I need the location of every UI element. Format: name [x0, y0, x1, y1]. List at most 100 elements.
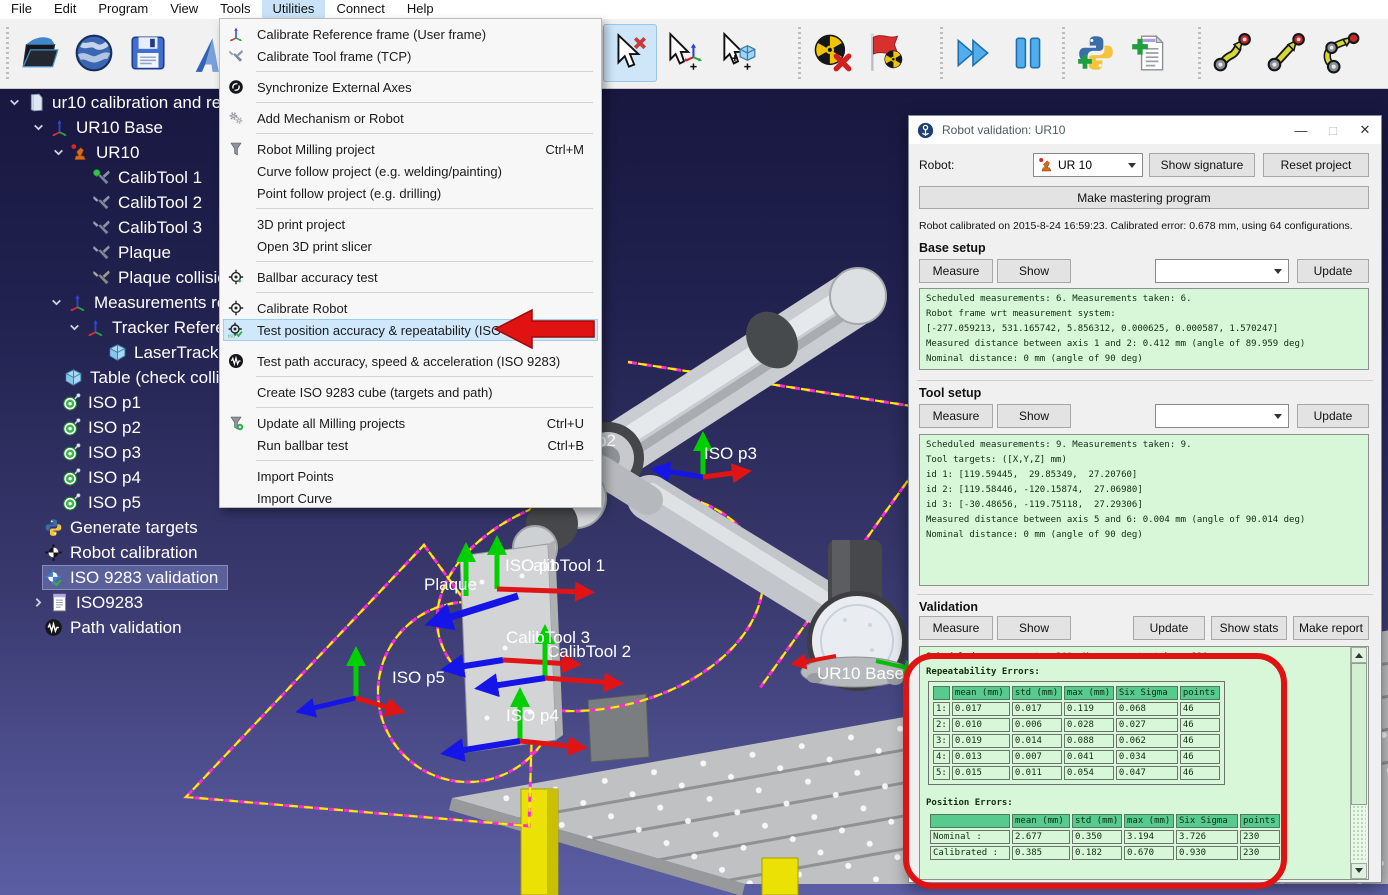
- add-python-program-button[interactable]: [1069, 24, 1123, 82]
- scrollbar-track[interactable]: [1352, 805, 1366, 862]
- chevron-down-icon[interactable]: [64, 315, 84, 340]
- pause-simulation-button[interactable]: [1001, 24, 1055, 82]
- make-mastering-program-button[interactable]: Make mastering program: [919, 186, 1369, 209]
- tree-item-tracker-refere[interactable]: Tracker Refere: [64, 315, 235, 340]
- dialog-titlebar[interactable]: Robot validation: UR10 — □ ✕: [909, 116, 1381, 144]
- chevron-down-icon[interactable]: [48, 140, 68, 165]
- validation-update-button[interactable]: Update: [1133, 616, 1205, 640]
- tree-item-path-validation[interactable]: Path validation: [22, 615, 192, 640]
- tree-item-ur10-calibration-and-re[interactable]: ur10 calibration and re: [4, 90, 231, 115]
- scrollbar-thumb[interactable]: [1351, 663, 1367, 805]
- menu-edit[interactable]: Edit: [43, 0, 87, 19]
- tree-item-iso-p5[interactable]: ISO p5: [40, 490, 151, 515]
- menu-item-synchronize-external-axes[interactable]: Synchronize External Axes: [223, 76, 598, 98]
- tree-item-iso-p1[interactable]: ISO p1: [40, 390, 151, 415]
- menu-item-test-path-accuracy-speed-acceleration-is[interactable]: Test path accuracy, speed & acceleration…: [223, 350, 598, 372]
- tree-item-measurements-re[interactable]: Measurements re: [46, 290, 236, 315]
- chevron-down-icon[interactable]: [4, 90, 24, 115]
- make-report-button[interactable]: Make report: [1293, 616, 1369, 640]
- menu-item-ballbar-accuracy-test[interactable]: Ballbar accuracy test: [223, 266, 598, 288]
- add-linear-move-button[interactable]: [1259, 24, 1313, 82]
- menu-item-calibrate-reference-frame-user-frame[interactable]: Calibrate Reference frame (User frame): [223, 23, 598, 45]
- menu-item-add-mechanism-or-robot[interactable]: Add Mechanism or Robot: [223, 107, 598, 129]
- validation-scrollbar[interactable]: [1350, 647, 1368, 879]
- base-combo[interactable]: [1155, 259, 1289, 283]
- move-object-cursor-button[interactable]: [711, 24, 765, 82]
- menu-item-curve-follow-project-e-g-welding-paintin[interactable]: Curve follow project (e.g. welding/paint…: [223, 160, 598, 182]
- tool-update-button[interactable]: Update: [1297, 404, 1369, 428]
- reset-project-button[interactable]: Reset project: [1263, 153, 1369, 177]
- tool-combo[interactable]: [1155, 404, 1289, 428]
- tree-item-calibtool-2[interactable]: CalibTool 2: [70, 190, 212, 215]
- menu-item-run-ballbar-test[interactable]: Run ballbar testCtrl+B: [223, 434, 598, 456]
- tree-item-lasertracke[interactable]: LaserTracke: [86, 340, 238, 365]
- base-measure-button[interactable]: Measure: [919, 259, 993, 283]
- toolbar-group[interactable]: [798, 21, 913, 85]
- menu-connect[interactable]: Connect: [325, 0, 395, 19]
- add-curve-move-button[interactable]: [1205, 24, 1259, 82]
- collision-off-button[interactable]: [805, 24, 859, 82]
- open-library-button[interactable]: [67, 24, 121, 82]
- tool-show-button[interactable]: Show: [997, 404, 1071, 428]
- menu-file[interactable]: File: [0, 0, 43, 19]
- select-cursor-button[interactable]: [603, 24, 657, 82]
- menu-utilities[interactable]: Utilities: [262, 0, 326, 19]
- tree-item-calibtool-1[interactable]: CalibTool 1: [70, 165, 212, 190]
- validation-measure-button[interactable]: Measure: [919, 616, 993, 640]
- tree-item-ur10-base[interactable]: UR10 Base: [28, 115, 173, 140]
- menu-item-update-all-milling-projects[interactable]: Update all Milling projectsCtrl+U: [223, 412, 598, 434]
- tree-item-robot-calibration[interactable]: Robot calibration: [22, 540, 208, 565]
- tree-item-plaque-collisio[interactable]: Plaque collisio: [70, 265, 237, 290]
- minimize-button[interactable]: —: [1285, 116, 1317, 144]
- menu-item-create-iso-9283-cube-targets-and-path[interactable]: Create ISO 9283 cube (targets and path): [223, 381, 598, 403]
- tree-item-table-check-collis[interactable]: Table (check collis: [42, 365, 238, 390]
- open-file-button[interactable]: [13, 24, 67, 82]
- tree-item-iso-p4[interactable]: ISO p4: [40, 465, 151, 490]
- check-collisions-button[interactable]: [859, 24, 913, 82]
- tree-item-iso-p2[interactable]: ISO p2: [40, 415, 151, 440]
- toolbar-group[interactable]: [1062, 21, 1177, 85]
- toolbar-group[interactable]: [940, 21, 1055, 85]
- scroll-up-icon[interactable]: [1351, 647, 1367, 663]
- show-stats-button[interactable]: Show stats: [1211, 616, 1287, 640]
- add-joint-move-button[interactable]: [1313, 24, 1367, 82]
- tree-item-calibtool-3[interactable]: CalibTool 3: [70, 215, 212, 240]
- tree-item-iso-9283-validation[interactable]: ISO 9283 validation: [22, 565, 228, 590]
- tree-item-generate-targets[interactable]: Generate targets: [22, 515, 208, 540]
- save-button[interactable]: [121, 24, 175, 82]
- menu-item-import-curve[interactable]: Import Curve: [223, 487, 598, 509]
- toolbar-group[interactable]: [1198, 21, 1367, 85]
- base-show-button[interactable]: Show: [997, 259, 1071, 283]
- tree-item-iso9283[interactable]: ISO9283: [28, 590, 153, 615]
- tool-measure-button[interactable]: Measure: [919, 404, 993, 428]
- scroll-down-icon[interactable]: [1351, 863, 1367, 879]
- toolbar-group[interactable]: [6, 21, 229, 85]
- validation-show-button[interactable]: Show: [997, 616, 1071, 640]
- chevron-down-icon[interactable]: [46, 290, 66, 315]
- menu-view[interactable]: View: [159, 0, 209, 19]
- menu-help[interactable]: Help: [396, 0, 445, 19]
- menu-program[interactable]: Program: [87, 0, 159, 19]
- tree-item-plaque[interactable]: Plaque: [70, 240, 181, 265]
- menu-item-calibrate-robot[interactable]: Calibrate Robot: [223, 297, 598, 319]
- tree-item-ur10[interactable]: UR10: [48, 140, 149, 165]
- menu-item-point-follow-project-e-g-drilling[interactable]: Point follow project (e.g. drilling): [223, 182, 598, 204]
- menu-item-import-points[interactable]: Import Points: [223, 465, 598, 487]
- robot-select[interactable]: UR 10: [1033, 153, 1143, 177]
- add-program-button[interactable]: [1123, 24, 1177, 82]
- base-update-button[interactable]: Update: [1297, 259, 1369, 283]
- menu-item-open-3d-print-slicer[interactable]: Open 3D print slicer: [223, 235, 598, 257]
- move-reference-cursor-button[interactable]: [657, 24, 711, 82]
- menu-item-calibrate-tool-frame-tcp[interactable]: Calibrate Tool frame (TCP): [223, 45, 598, 67]
- close-button[interactable]: ✕: [1349, 116, 1381, 144]
- menu-item-test-position-accuracy-repeatability-iso[interactable]: ISOTest position accuracy & repeatabilit…: [223, 319, 598, 341]
- maximize-button[interactable]: □: [1317, 116, 1349, 144]
- toolbar-group[interactable]: [596, 21, 765, 85]
- menu-tools[interactable]: Tools: [209, 0, 261, 19]
- fast-simulation-button[interactable]: [947, 24, 1001, 82]
- chevron-right-icon[interactable]: [28, 590, 48, 615]
- chevron-down-icon[interactable]: [28, 115, 48, 140]
- menu-item-robot-milling-project[interactable]: Robot Milling projectCtrl+M: [223, 138, 598, 160]
- tree-item-iso-p3[interactable]: ISO p3: [40, 440, 151, 465]
- show-signature-button[interactable]: Show signature: [1149, 153, 1255, 177]
